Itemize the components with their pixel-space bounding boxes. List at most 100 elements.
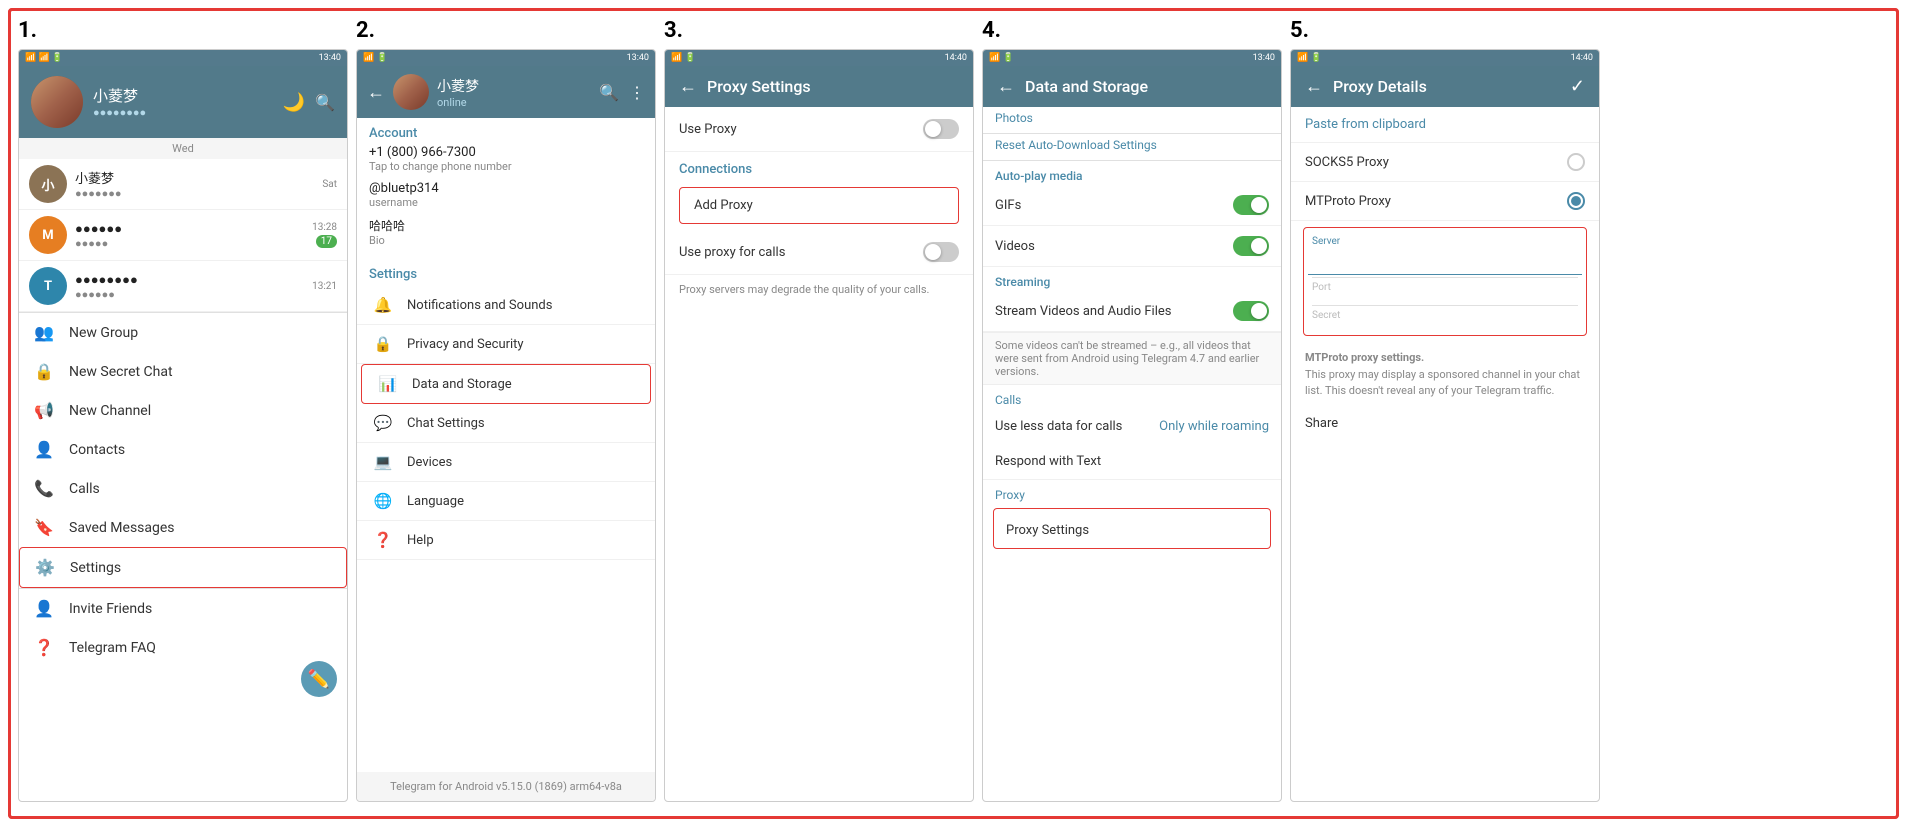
back-icon-3[interactable]: ← xyxy=(679,76,697,97)
p2-help-item[interactable]: ❓ Help xyxy=(357,521,655,560)
step2-section: 2. 📶 🔋 13:40 ← 小菱梦 online 🔍 ⋮ xyxy=(356,18,656,802)
toggle-knob-2 xyxy=(925,244,941,260)
gifs-toggle[interactable] xyxy=(1233,195,1269,215)
server-input[interactable] xyxy=(1308,247,1582,275)
p4-gifs-row[interactable]: GIFs xyxy=(983,185,1281,226)
moon-icon: 🌙 xyxy=(283,92,305,113)
chat-time-1: Sat xyxy=(322,179,337,190)
use-proxy-toggle[interactable] xyxy=(923,119,959,139)
menu-invite[interactable]: 👤 Invite Friends xyxy=(19,589,347,628)
p4-less-data-label: Use less data for calls xyxy=(995,419,1122,434)
calls-icon: 📞 xyxy=(33,479,55,498)
date-label: Wed xyxy=(19,138,347,159)
videos-toggle[interactable] xyxy=(1233,236,1269,256)
p4-title: Data and Storage xyxy=(1025,77,1148,96)
p5-socks5-row[interactable]: SOCKS5 Proxy xyxy=(1291,143,1599,182)
p4-reset-link[interactable]: Reset Auto-Download Settings xyxy=(983,134,1281,160)
step5-section: 5. 📶 🔋 14:40 ← Proxy Details ✓ Paste fro… xyxy=(1290,18,1600,802)
back-icon-5[interactable]: ← xyxy=(1305,76,1323,97)
secret-input-placeholder xyxy=(1308,321,1582,333)
step1-section: 1. 📶 📶 🔋 13:40 小菱梦 ●●●●●●●● 🌙 🔍 xyxy=(18,18,348,802)
add-proxy-button[interactable]: Add Proxy xyxy=(679,187,959,224)
p2-avatar xyxy=(393,74,429,110)
contacts-icon: 👤 xyxy=(33,440,55,459)
socks5-radio[interactable] xyxy=(1567,153,1585,171)
menu-label-settings: Settings xyxy=(70,560,121,576)
p2-phone-field: +1 (800) 966-7300 Tap to change phone nu… xyxy=(369,145,643,173)
check-icon[interactable]: ✓ xyxy=(1570,76,1585,97)
p2-hstatus: online xyxy=(437,96,591,109)
p5-mtproto-label: MTProto Proxy xyxy=(1305,194,1391,209)
menu-new-group[interactable]: 👥 New Group xyxy=(19,313,347,352)
p2-language-item[interactable]: 🌐 Language xyxy=(357,482,655,521)
p5-mtproto-row[interactable]: MTProto Proxy xyxy=(1291,182,1599,221)
chat-preview-1[interactable]: 小 小菱梦 ●●●●●●● Sat xyxy=(19,159,347,210)
chat-meta-1: Sat xyxy=(322,179,337,190)
menu-contacts[interactable]: 👤 Contacts xyxy=(19,430,347,469)
chat-info-3: ●●●●●●●● ●●●●●● xyxy=(75,272,312,301)
chat-list: Wed 小 小菱梦 ●●●●●●● Sat M ●●●●●● xyxy=(19,138,347,801)
p2-help-label: Help xyxy=(407,533,434,548)
share-button[interactable]: Share xyxy=(1291,408,1599,439)
menu-label-saved: Saved Messages xyxy=(69,520,175,536)
p3-header: ← Proxy Settings xyxy=(665,66,973,107)
menu-settings[interactable]: ⚙️ Settings xyxy=(19,547,347,588)
search-icon-2[interactable]: 🔍 xyxy=(599,83,619,102)
menu-faq[interactable]: ❓ Telegram FAQ xyxy=(19,628,347,667)
p4-videos-row[interactable]: Videos xyxy=(983,226,1281,267)
fab-button[interactable]: ✏️ xyxy=(301,661,337,697)
status-bar-1: 📶 📶 🔋 13:40 xyxy=(19,50,347,66)
p2-bio-field: 哈哈哈 Bio xyxy=(369,217,643,247)
p4-autoplay-title: Auto-play media xyxy=(983,161,1281,185)
gifs-toggle-knob xyxy=(1251,197,1267,213)
status-bar-2: 📶 🔋 13:40 xyxy=(357,50,655,66)
more-icon-2[interactable]: ⋮ xyxy=(629,83,645,102)
p2-phone-val: +1 (800) 966-7300 xyxy=(369,145,643,160)
p5-info-title: MTProto proxy settings. This proxy may d… xyxy=(1291,342,1599,408)
p1-status: ●●●●●●●● xyxy=(93,106,283,119)
server-label-row: Server xyxy=(1308,230,1582,277)
stream-toggle-knob xyxy=(1251,303,1267,319)
p2-data-storage-item[interactable]: 📊 Data and Storage xyxy=(361,364,651,404)
chat-meta-3: 13:21 xyxy=(312,281,337,292)
step3-section: 3. 📶 🔋 14:40 ← Proxy Settings Use Proxy … xyxy=(664,18,974,802)
p2-devices-item[interactable]: 💻 Devices xyxy=(357,443,655,482)
p2-account-section: Account +1 (800) 966-7300 Tap to change … xyxy=(357,118,655,259)
proxy-settings-button[interactable]: Proxy Settings xyxy=(993,508,1271,549)
secret-field-label: Secret xyxy=(1308,306,1582,321)
p2-devices-label: Devices xyxy=(407,455,452,470)
back-icon-2[interactable]: ← xyxy=(367,82,385,103)
step1-label: 1. xyxy=(18,18,348,43)
proxy-calls-toggle[interactable] xyxy=(923,242,959,262)
menu-label-new-group: New Group xyxy=(69,325,138,341)
chat-preview-3[interactable]: T ●●●●●●●● ●●●●●● 13:21 xyxy=(19,261,347,312)
menu-secret-chat[interactable]: 🔒 New Secret Chat xyxy=(19,352,347,391)
back-icon-4[interactable]: ← xyxy=(997,76,1015,97)
panel5: 📶 🔋 14:40 ← Proxy Details ✓ Paste from c… xyxy=(1290,49,1600,802)
chat-preview-2[interactable]: M ●●●●●● ●●●●● 13:28 17 xyxy=(19,210,347,261)
status-icons-1: 📶 📶 🔋 xyxy=(25,53,63,63)
p4-photos-link[interactable]: Photos xyxy=(983,107,1281,133)
search-icon-1[interactable]: 🔍 xyxy=(315,93,335,112)
port-label-row: Port xyxy=(1308,278,1582,305)
p4-stream-row[interactable]: Stream Videos and Audio Files xyxy=(983,291,1281,332)
p2-chat-item[interactable]: 💬 Chat Settings xyxy=(357,404,655,443)
menu-saved[interactable]: 🔖 Saved Messages xyxy=(19,508,347,547)
p2-notif-item[interactable]: 🔔 Notifications and Sounds xyxy=(357,286,655,325)
menu-calls[interactable]: 📞 Calls xyxy=(19,469,347,508)
p3-proxy-calls-row[interactable]: Use proxy for calls xyxy=(665,230,973,275)
language-icon: 🌐 xyxy=(371,492,395,510)
status-bar-5: 📶 🔋 14:40 xyxy=(1291,50,1599,66)
p3-use-proxy-row[interactable]: Use Proxy xyxy=(665,107,973,152)
storage-icon: 📊 xyxy=(376,375,400,393)
menu-label-secret: New Secret Chat xyxy=(69,364,173,380)
help-icon: ❓ xyxy=(371,531,395,549)
p5-info-body: This proxy may display a sponsored chann… xyxy=(1305,368,1580,398)
mtproto-radio[interactable] xyxy=(1567,192,1585,210)
stream-toggle[interactable] xyxy=(1233,301,1269,321)
status-time-2: 13:40 xyxy=(627,53,649,63)
menu-channel[interactable]: 📢 New Channel xyxy=(19,391,347,430)
p2-privacy-item[interactable]: 🔒 Privacy and Security xyxy=(357,325,655,364)
channel-icon: 📢 xyxy=(33,401,55,420)
paste-from-clipboard-link[interactable]: Paste from clipboard xyxy=(1291,107,1599,143)
